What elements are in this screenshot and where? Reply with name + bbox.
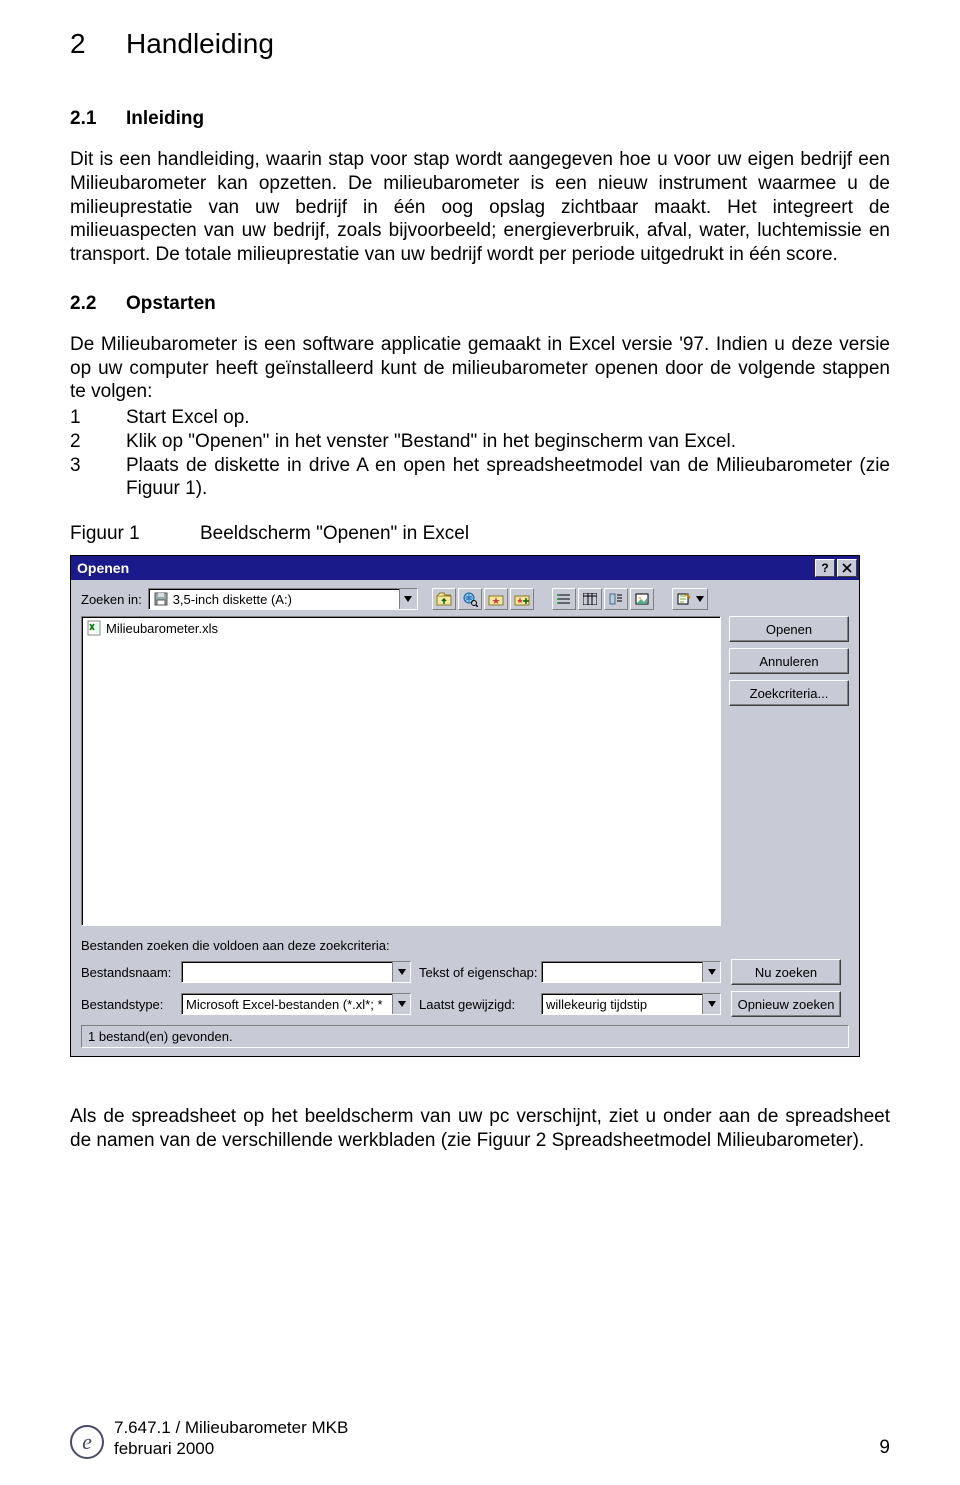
filename-dropdown[interactable] — [181, 961, 411, 983]
file-name: Milieubarometer.xls — [106, 621, 218, 636]
globe-search-icon — [462, 591, 478, 607]
status-bar: 1 bestand(en) gevonden. — [81, 1025, 849, 1048]
advanced-button[interactable]: Zoekcriteria... — [729, 680, 849, 706]
wizard-icon — [676, 592, 694, 606]
properties-view-button[interactable] — [604, 588, 628, 610]
section-number: 2.2 — [70, 293, 126, 315]
favorites-folder-icon — [488, 592, 504, 606]
footer-line: februari 2000 — [114, 1439, 348, 1459]
chevron-down-icon[interactable] — [702, 994, 720, 1014]
list-icon — [557, 593, 571, 605]
preview-button[interactable] — [630, 588, 654, 610]
footer-line: 7.647.1 / Milieubarometer MKB — [114, 1418, 348, 1438]
commands-menu-button[interactable] — [672, 588, 708, 610]
page-footer: e 7.647.1 / Milieubarometer MKB februari… — [70, 1418, 890, 1459]
excel-file-icon — [86, 620, 102, 636]
titlebar[interactable]: Openen ? — [71, 556, 859, 580]
up-one-level-button[interactable] — [432, 588, 456, 610]
favorites-button[interactable] — [484, 588, 508, 610]
modified-label: Laatst gewijzigd: — [411, 997, 541, 1012]
chevron-down-icon[interactable] — [392, 962, 410, 982]
chapter-title: Handleiding — [126, 28, 274, 59]
step-list: 1Start Excel op. 2Klik op "Openen" in he… — [70, 406, 890, 501]
chevron-down-icon[interactable] — [392, 994, 410, 1014]
chevron-down-icon[interactable] — [399, 589, 417, 609]
logo-icon: e — [70, 1425, 104, 1459]
open-button[interactable]: Openen — [729, 616, 849, 642]
chapter-heading: 2Handleiding — [70, 28, 890, 60]
section-heading: 2.1Inleiding — [70, 108, 890, 130]
add-favorites-button[interactable] — [510, 588, 534, 610]
new-search-button[interactable]: Opnieuw zoeken — [731, 991, 841, 1017]
chapter-number: 2 — [70, 28, 126, 60]
section-heading: 2.2Opstarten — [70, 293, 890, 315]
list-item: 1Start Excel op. — [70, 406, 890, 430]
look-in-value: 3,5-inch diskette (A:) — [173, 592, 399, 607]
modified-dropdown[interactable]: willekeurig tijdstip — [541, 993, 721, 1015]
status-text: 1 bestand(en) gevonden. — [88, 1029, 233, 1044]
details-view-button[interactable] — [578, 588, 602, 610]
details-icon — [583, 593, 597, 605]
cancel-button[interactable]: Annuleren — [729, 648, 849, 674]
list-view-button[interactable] — [552, 588, 576, 610]
find-now-button[interactable]: Nu zoeken — [731, 959, 841, 985]
look-in-dropdown[interactable]: 3,5-inch diskette (A:) — [148, 588, 418, 610]
section-title: Inleiding — [126, 108, 204, 129]
property-dropdown[interactable] — [541, 961, 721, 983]
preview-icon — [635, 593, 649, 605]
page-number: 9 — [879, 1437, 890, 1459]
paragraph: Als de spreadsheet op het beeldscherm va… — [70, 1105, 890, 1153]
criteria-label: Bestanden zoeken die voldoen aan deze zo… — [81, 938, 849, 953]
folder-up-icon — [436, 592, 452, 606]
figure-label: Figuur 1 — [70, 523, 200, 545]
properties-icon — [609, 593, 623, 605]
close-icon — [842, 563, 852, 573]
search-criteria-panel: Bestanden zoeken die voldoen aan deze zo… — [71, 934, 859, 1023]
list-item: 3Plaats de diskette in drive A en open h… — [70, 454, 890, 502]
filetype-value: Microsoft Excel-bestanden (*.xl*; * — [186, 997, 392, 1012]
file-item[interactable]: Milieubarometer.xls — [84, 619, 718, 637]
figure-title: Beeldscherm "Openen" in Excel — [200, 523, 469, 544]
chevron-down-icon[interactable] — [702, 962, 720, 982]
add-favorites-icon — [514, 592, 530, 606]
paragraph: De Milieubarometer is een software appli… — [70, 333, 890, 404]
help-button[interactable]: ? — [815, 559, 835, 577]
list-item: 2Klik op "Openen" in het venster "Bestan… — [70, 430, 890, 454]
section-number: 2.1 — [70, 108, 126, 130]
figure-caption: Figuur 1Beeldscherm "Openen" in Excel — [70, 523, 890, 545]
modified-value: willekeurig tijdstip — [546, 997, 702, 1012]
floppy-icon — [153, 591, 169, 607]
filename-label: Bestandsnaam: — [81, 965, 181, 980]
look-in-label: Zoeken in: — [81, 592, 142, 607]
open-dialog: Openen ? Zoeken in: 3,5-inch diskette (A… — [70, 555, 860, 1057]
paragraph: Dit is een handleiding, waarin stap voor… — [70, 148, 890, 267]
search-web-button[interactable] — [458, 588, 482, 610]
filetype-label: Bestandstype: — [81, 997, 181, 1012]
property-label: Tekst of eigenschap: — [411, 965, 541, 980]
file-list[interactable]: Milieubarometer.xls — [81, 616, 721, 926]
chevron-down-icon — [696, 596, 704, 602]
close-button[interactable] — [837, 559, 857, 577]
dialog-title: Openen — [77, 560, 813, 576]
toolbar: Zoeken in: 3,5-inch diskette (A:) — [71, 580, 859, 616]
section-title: Opstarten — [126, 293, 216, 314]
filetype-dropdown[interactable]: Microsoft Excel-bestanden (*.xl*; * — [181, 993, 411, 1015]
